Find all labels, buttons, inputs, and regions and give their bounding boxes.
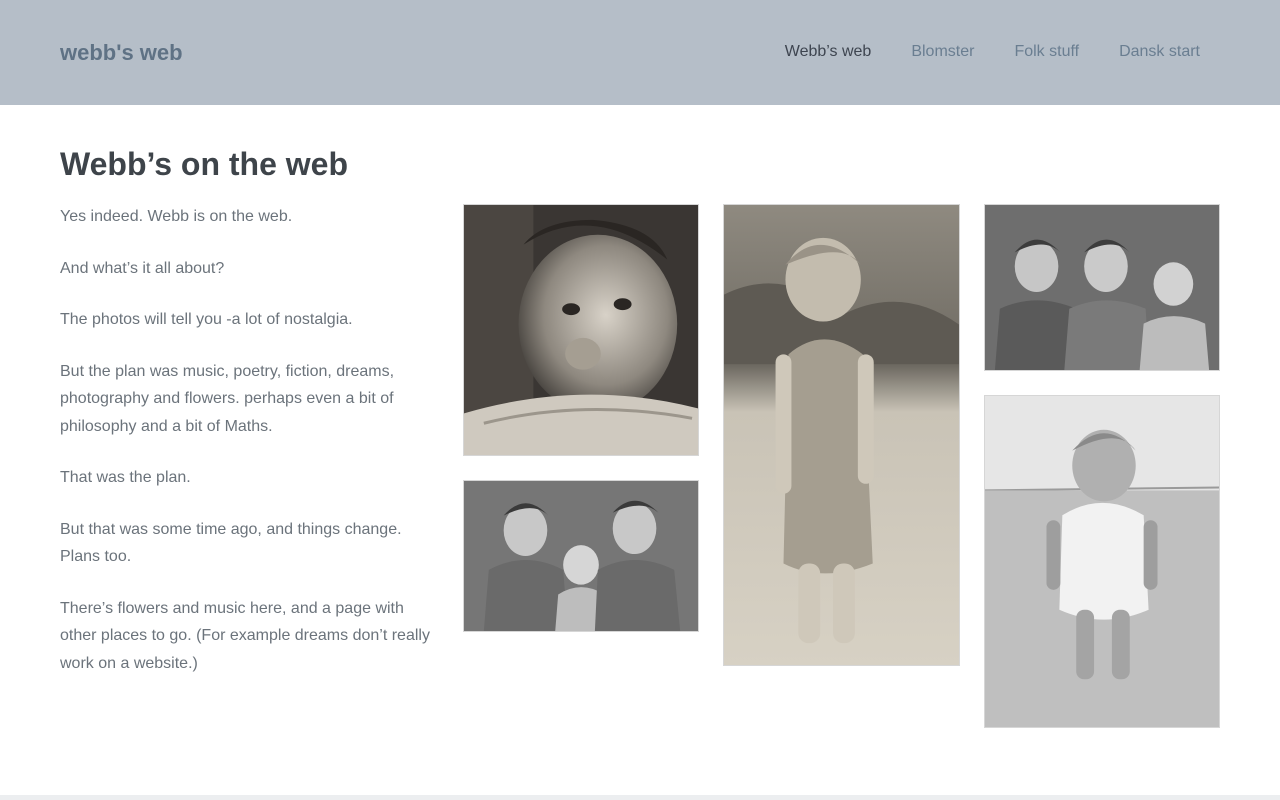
site-header: webb's web Webb’s web Blomster Folk stuf… xyxy=(0,0,1280,105)
paragraph: There’s flowers and music here, and a pa… xyxy=(60,599,430,672)
site-title-link[interactable]: webb's web xyxy=(60,38,183,68)
photo-three-children[interactable] xyxy=(463,480,699,632)
photo-three-boys[interactable] xyxy=(984,204,1220,371)
paragraph: That was the plan. xyxy=(60,469,191,486)
paragraph: But the plan was music, poetry, fiction,… xyxy=(60,362,395,435)
intro-text: Yes indeed. Webb is on the web. And what… xyxy=(60,203,440,701)
page-title: Webb’s on the web xyxy=(60,146,349,182)
photo-laughing-toddler[interactable] xyxy=(984,395,1220,728)
footer-divider xyxy=(0,795,1280,800)
photo-baby-portrait[interactable] xyxy=(463,204,699,456)
nav-item-webbs-web[interactable]: Webb’s web xyxy=(785,40,872,64)
nav-item-dansk-start[interactable]: Dansk start xyxy=(1119,40,1200,64)
photo-toddler-beach[interactable] xyxy=(723,204,960,666)
nav-item-folk-stuff[interactable]: Folk stuff xyxy=(1014,40,1079,64)
paragraph: But that was some time ago, and things c… xyxy=(60,520,402,566)
paragraph: Yes indeed. Webb is on the web. xyxy=(60,208,293,225)
paragraph: And what’s it all about? xyxy=(60,259,225,277)
main-nav: Webb’s web Blomster Folk stuff Dansk sta… xyxy=(785,40,1200,64)
nav-item-blomster[interactable]: Blomster xyxy=(911,40,974,64)
paragraph: The photos will tell you -a lot of nosta… xyxy=(60,311,353,328)
